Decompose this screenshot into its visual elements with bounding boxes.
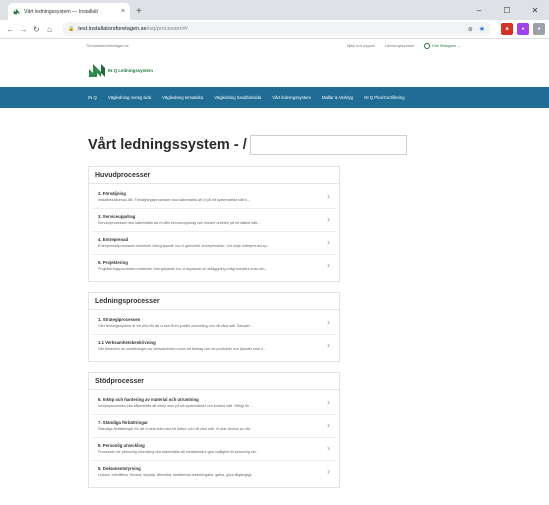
- browser-tab[interactable]: Vårt ledningssystem — Installati ×: [8, 3, 130, 20]
- process-description: Vårt ledningssystem är ett stöd för att …: [98, 324, 254, 328]
- title-input-box[interactable]: [249, 135, 407, 155]
- nav-item[interactable]: IN Q Plus/Certifiering: [364, 95, 404, 100]
- logo-text: IN Q Ledningssystem: [108, 67, 153, 73]
- lock-icon: 🔒: [68, 26, 75, 32]
- nav-item[interactable]: Vägledning handboksida: [214, 95, 261, 100]
- section-title: Stödprocesser: [89, 373, 339, 390]
- chevron-right-icon: ›: [327, 466, 330, 476]
- user-icon: [424, 43, 431, 49]
- favicon-icon: [13, 8, 20, 15]
- process-title: 9. Dokumentstyrning: [98, 466, 141, 471]
- section-title: Ledningsprocesser: [89, 293, 339, 310]
- bookmark-star-icon[interactable]: ★: [479, 25, 485, 33]
- chevron-right-icon: ›: [327, 340, 330, 350]
- logo[interactable]: IN Q Ledningssystem: [0, 53, 549, 87]
- chevron-right-icon: ›: [327, 317, 330, 327]
- nav-item[interactable]: Vägledning ovntig sida: [108, 95, 151, 100]
- process-title: 1.1 Verksamhetsbeskrivning: [98, 340, 156, 345]
- process-description: Entreprenadprocessen beskriver övergripa…: [98, 244, 270, 248]
- back-to-site-link[interactable]: Till installatorsföretagen.se: [86, 44, 129, 48]
- new-tab-button[interactable]: +: [136, 6, 142, 17]
- nav-item[interactable]: Vägledning tematiska: [162, 95, 203, 100]
- process-section: Stödprocesser 6. Inköp och hantering av …: [88, 372, 340, 488]
- chevron-right-icon: ›: [327, 420, 330, 430]
- main-content: Vårt ledningssystem - / Huvudprocesser 2…: [0, 108, 549, 488]
- process-title: 5. Projektering: [98, 260, 128, 265]
- user-name: Elof Strängnes: [432, 44, 456, 48]
- browser-tabbar: Vårt ledningssystem — Installati × + – ☐…: [0, 0, 549, 20]
- web-page: Till installatorsföretagen.se Hjälp och …: [0, 39, 549, 505]
- chevron-right-icon: ›: [327, 237, 330, 247]
- process-section: Ledningsprocesser 1. Strategiprocessen V…: [88, 292, 340, 362]
- process-title: 1. Strategiprocessen: [98, 317, 141, 322]
- process-title: 2. Försäljning: [98, 191, 126, 196]
- process-item[interactable]: 1. Strategiprocessen Vårt ledningssystem…: [92, 312, 336, 335]
- title-row: Vårt ledningssystem - /: [88, 134, 549, 156]
- profile-icon[interactable]: ●: [533, 23, 545, 35]
- forward-icon[interactable]: →: [17, 25, 30, 34]
- home-icon[interactable]: ⌂: [43, 25, 56, 34]
- back-icon[interactable]: ←: [4, 25, 17, 34]
- nav-item[interactable]: Vårt ledningssystem: [272, 95, 311, 100]
- zoom-icon[interactable]: ⊕: [468, 26, 473, 33]
- nav-item[interactable]: Mallar & Verktyg: [322, 95, 353, 100]
- main-navigation: IN Q Vägledning ovntig sida Vägledning t…: [0, 87, 549, 108]
- reload-icon[interactable]: ↻: [30, 25, 43, 34]
- process-description: Inköpsprocessen ska säkerställa att inkö…: [98, 404, 254, 408]
- chevron-right-icon: ›: [327, 191, 330, 201]
- process-title: 4. Entreprenad: [98, 237, 129, 242]
- process-description: Processen för personlig utveckling ska s…: [98, 450, 259, 454]
- process-description: Ledord: Identifiera, förvara, skydda, åt…: [98, 473, 255, 477]
- process-item[interactable]: 1.1 Verksamhetsbeskrivning Här beskriver…: [92, 335, 336, 358]
- page-title: Vårt ledningssystem - /: [88, 137, 247, 153]
- process-item[interactable]: 5. Projektering Projekteringsprocessen b…: [92, 255, 336, 278]
- process-title: 8. Personlig utveckling: [98, 443, 145, 448]
- process-item[interactable]: 7. Ständiga förbättringar Ständiga förbä…: [92, 415, 336, 438]
- nav-item[interactable]: IN Q: [88, 95, 97, 100]
- address-bar: ← → ↻ ⌂ 🔒 test.installatorsforetagen.se …: [0, 20, 549, 39]
- process-section: Huvudprocesser 2. Försäljning Installbes…: [88, 166, 340, 282]
- process-title: 6. Inköp och hantering av material och u…: [98, 397, 199, 402]
- url-field[interactable]: 🔒 test.installatorsforetagen.se /ivq/pro…: [62, 22, 491, 36]
- utility-bar: Till installatorsföretagen.se Hjälp och …: [0, 39, 549, 53]
- extension-icon[interactable]: ■: [501, 23, 513, 35]
- chevron-right-icon: ›: [327, 443, 330, 453]
- minimize-button[interactable]: –: [465, 6, 493, 15]
- chevron-right-icon: ›: [327, 260, 330, 270]
- tab-close-icon[interactable]: ×: [121, 8, 125, 15]
- maximize-button[interactable]: ☐: [493, 6, 521, 15]
- extension-icon[interactable]: ●: [517, 23, 529, 35]
- process-description: Här beskriver du omfattningen av verksam…: [98, 347, 267, 351]
- process-item[interactable]: 6. Inköp och hantering av material och u…: [92, 392, 336, 415]
- logo-icon: [89, 64, 105, 77]
- url-path: /ivq/processer/#/: [146, 26, 188, 32]
- tab-title: Vårt ledningssystem — Installati: [24, 8, 98, 15]
- chevron-right-icon: ›: [327, 397, 330, 407]
- section-title: Huvudprocesser: [89, 167, 339, 184]
- process-item[interactable]: 3. Serviceuppdrag Serviceprocessen ska s…: [92, 209, 336, 232]
- chevron-down-icon: ⌄: [457, 44, 461, 48]
- user-menu[interactable]: Elof Strängnes ⌄: [424, 43, 461, 49]
- process-title: 7. Ständiga förbättringar: [98, 420, 148, 425]
- process-description: Ständiga förbättringar för att vi hela t…: [98, 427, 253, 431]
- process-title: 3. Serviceuppdrag: [98, 214, 136, 219]
- feedback-link[interactable]: Lämna synpunkter: [385, 44, 415, 48]
- process-description: Serviceprocessen ska säkerställa att vi …: [98, 221, 262, 225]
- support-link[interactable]: Hjälp och support: [347, 44, 375, 48]
- chevron-right-icon: ›: [327, 214, 330, 224]
- process-item[interactable]: 2. Försäljning Installbesöknmad AB: Förs…: [92, 186, 336, 209]
- process-description: Installbesöknmad AB: Försäljningsprocess…: [98, 198, 251, 202]
- url-host: test.installatorsforetagen.se: [78, 26, 147, 32]
- process-item[interactable]: 9. Dokumentstyrning Ledord: Identifiera,…: [92, 461, 336, 484]
- process-item[interactable]: 8. Personlig utveckling Processen för pe…: [92, 438, 336, 461]
- process-item[interactable]: 4. Entreprenad Entreprenadprocessen besk…: [92, 232, 336, 255]
- process-description: Projekteringsprocessen beskriver övergri…: [98, 267, 268, 271]
- close-window-button[interactable]: ✕: [521, 6, 549, 15]
